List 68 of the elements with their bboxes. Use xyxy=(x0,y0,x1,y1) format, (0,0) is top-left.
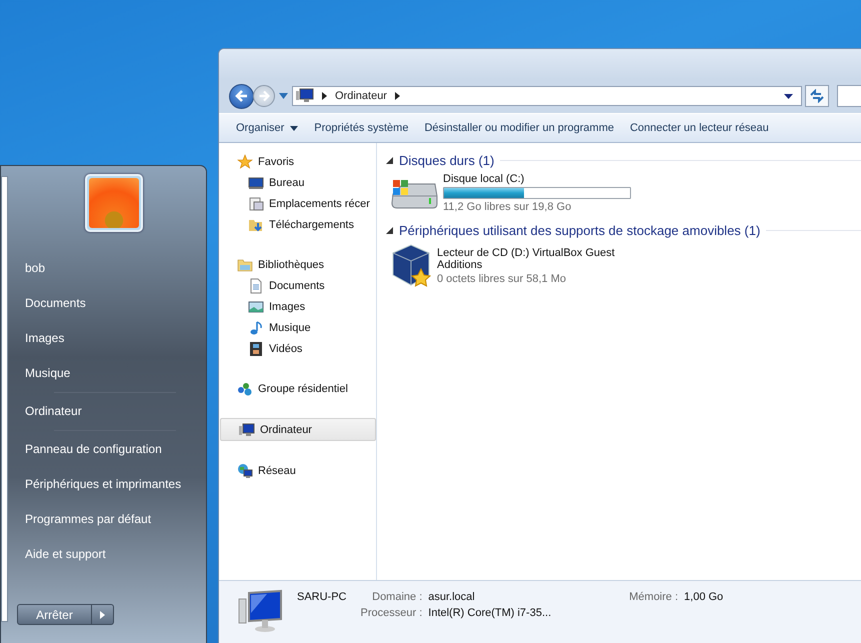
sidebar-item[interactable]: Musique xyxy=(219,317,376,338)
start-menu-item[interactable]: Panneau de configuration xyxy=(25,432,206,467)
back-button[interactable] xyxy=(229,84,254,108)
dropdown-arrow-icon[interactable] xyxy=(784,94,793,98)
free-space-text: 0 octets libres sur 58,1 Mo xyxy=(437,273,568,285)
search-field[interactable] xyxy=(837,85,861,107)
start-menu-item[interactable]: Ordinateur xyxy=(25,394,206,429)
toolbar-button[interactable]: Organiser xyxy=(229,118,306,138)
drive-name: Lecteur de CD (D:) VirtualBox Guest Additions xyxy=(437,247,616,271)
sidebar-item[interactable]: Bibliothèques xyxy=(219,254,376,275)
sidebar-item[interactable]: Téléchargements xyxy=(219,214,376,235)
toolbar-button[interactable]: Propriétés système xyxy=(307,118,416,138)
detail-value: 1,00 Go xyxy=(684,591,724,603)
people-icon xyxy=(237,380,253,396)
sidebar-item[interactable]: Documents xyxy=(219,275,376,296)
sidebar-item[interactable]: Ordinateur xyxy=(220,418,376,441)
computer-name: SARU-PC xyxy=(297,591,347,603)
toolbar-button[interactable]: Désinstaller ou modifier un programme xyxy=(417,118,621,138)
breadcrumb[interactable]: Ordinateur xyxy=(335,90,387,102)
sidebar-item[interactable]: Vidéos xyxy=(219,338,376,359)
shutdown-button[interactable]: Arrêter xyxy=(17,604,92,625)
start-menu-item[interactable]: Musique xyxy=(25,356,206,391)
sidebar-item[interactable]: Réseau xyxy=(219,460,376,481)
film-icon xyxy=(248,340,264,356)
start-menu-item[interactable]: Aide et support xyxy=(25,537,206,572)
arrow-icon xyxy=(100,610,105,618)
collapse-triangle-icon[interactable] xyxy=(386,226,393,234)
sidebar-item[interactable]: Favoris xyxy=(219,151,376,172)
document-icon xyxy=(248,278,264,294)
drive-item[interactable]: Disque local (C:) 11,2 Go libres sur 19,8 Go xyxy=(389,171,861,219)
folder-icon xyxy=(237,256,253,272)
collapse-triangle-icon[interactable] xyxy=(386,156,393,164)
free-space-text: 11,2 Go libres sur 19,8 Go xyxy=(443,201,572,213)
start-menu-item[interactable]: Périphériques et imprimantes xyxy=(25,467,206,502)
start-menu-item[interactable]: Documents xyxy=(25,286,206,321)
refresh-icon xyxy=(809,89,825,103)
picture-icon xyxy=(248,298,264,314)
shutdown-options-button[interactable] xyxy=(92,604,114,625)
sidebar-item[interactable]: Emplacements récer xyxy=(219,193,376,214)
clock-document-icon xyxy=(248,196,264,212)
drive-name: Disque local (C:) xyxy=(443,173,526,185)
star-icon xyxy=(237,154,253,170)
sidebar-item[interactable]: Bureau xyxy=(219,172,376,193)
chevron-icon[interactable] xyxy=(322,92,327,100)
detail-value: asur.local xyxy=(428,591,476,603)
refresh-button[interactable] xyxy=(805,85,829,107)
sidebar-item[interactable]: Groupe résidentiel xyxy=(219,378,376,399)
chevron-icon[interactable] xyxy=(394,92,400,100)
detail-label: Domaine : xyxy=(371,591,422,603)
user-picture xyxy=(85,174,143,232)
music-note-icon xyxy=(248,320,264,336)
computer-icon xyxy=(237,589,283,633)
start-menu-item[interactable]: bob xyxy=(25,251,206,286)
toolbar-button[interactable]: Connecter un lecteur réseau xyxy=(622,118,776,138)
computer-icon xyxy=(296,88,314,104)
sidebar-item[interactable]: Images xyxy=(219,296,376,317)
detail-value: Intel(R) Core(TM) i7-35... xyxy=(428,607,552,619)
start-menu-item[interactable]: Programmes par défaut xyxy=(25,502,206,537)
group-heading: Disques durs (1) xyxy=(399,152,494,168)
start-menu-item[interactable]: Images xyxy=(25,321,206,356)
address-bar[interactable]: Ordinateur xyxy=(292,86,802,106)
computer-icon xyxy=(239,422,255,438)
globe-computer-icon xyxy=(237,462,253,478)
detail-label: Processeur : xyxy=(360,607,422,619)
monitor-icon xyxy=(248,174,264,190)
group-heading: Périphériques utilisant des supports de stockage amovibles (1) xyxy=(399,222,760,238)
drive-item[interactable]: Lecteur de CD (D:) VirtualBox Guest Additions 0 octets libres sur 58,1 Mo xyxy=(389,241,861,295)
detail-label: Mémoire : xyxy=(629,591,678,603)
